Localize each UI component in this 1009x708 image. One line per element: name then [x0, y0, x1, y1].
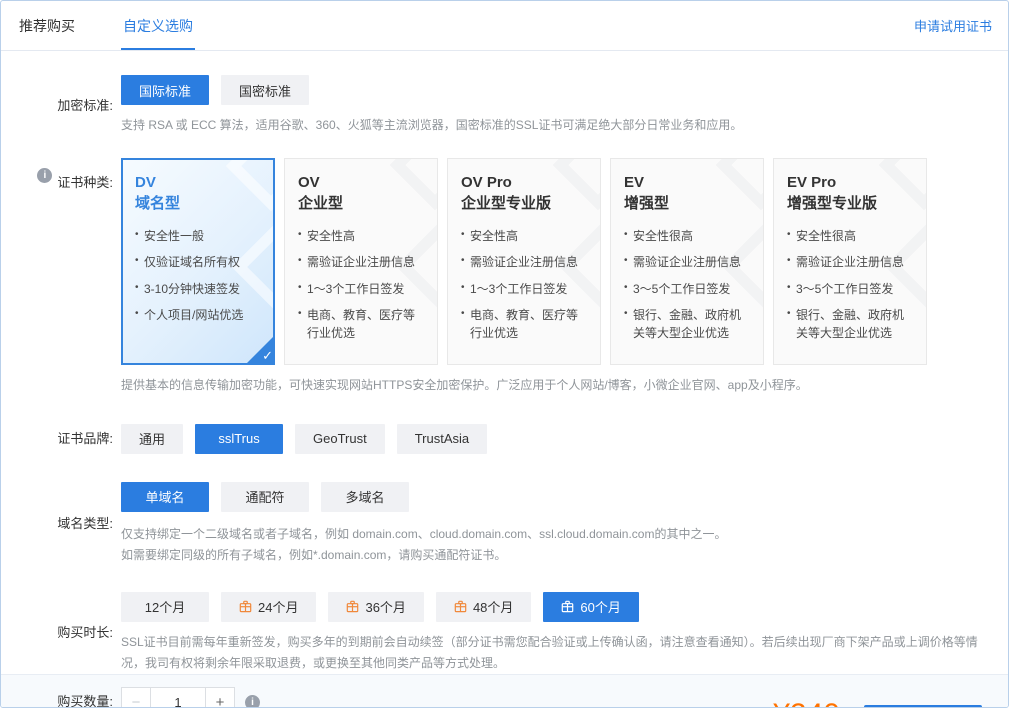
brand-label-text: 证书品牌:: [57, 424, 113, 454]
brand-option-generic[interactable]: 通用: [121, 424, 183, 454]
cert-card-title: EV 增强型: [624, 172, 750, 214]
cert-card-features: 安全性高 需验证企业注册信息 1～3个工作日签发 电商、教育、医疗等行业优选: [298, 228, 424, 342]
info-icon[interactable]: i: [37, 168, 52, 183]
duration-option-60[interactable]: 60个月: [543, 592, 638, 622]
trial-certificate-link[interactable]: 申请试用证书: [914, 16, 992, 35]
brand-row: 证书品牌: 通用 sslTrus GeoTrust TrustAsia: [17, 424, 992, 454]
gift-icon: [561, 600, 574, 613]
total-price: ¥240: [773, 698, 840, 708]
quantity-info-icon[interactable]: i: [245, 695, 260, 708]
cert-card-title: OV Pro 企业型专业版: [461, 172, 587, 214]
tab-custom[interactable]: 自定义选购: [121, 1, 195, 50]
encryption-standard-row: 加密标准: 国际标准 国密标准 支持 RSA 或 ECC 算法，适用谷歌、360…: [17, 75, 992, 136]
domain-option-multi[interactable]: 多域名: [321, 482, 409, 512]
gift-icon: [346, 600, 359, 613]
quantity-stepper: − 1 +: [121, 687, 235, 708]
encryption-standard-label: 加密标准:: [17, 75, 113, 136]
duration-option-12[interactable]: 12个月: [121, 592, 209, 622]
quantity-label: 购买数量:: [17, 687, 113, 708]
cert-card-ev[interactable]: EV 增强型 安全性很高 需验证企业注册信息 3～5个工作日签发 银行、金融、政…: [610, 158, 764, 365]
brand-option-trustasia[interactable]: TrustAsia: [397, 424, 487, 454]
encryption-hint: 支持 RSA 或 ECC 算法，适用谷歌、360、火狐等主流浏览器，国密标准的S…: [121, 115, 992, 136]
domain-option-wildcard[interactable]: 通配符: [221, 482, 309, 512]
cert-card-title: OV 企业型: [298, 172, 424, 214]
encryption-standard-label-text: 加密标准:: [57, 91, 113, 121]
duration-row: 购买时长: 12个月 24个月 36个月: [17, 592, 992, 674]
purchase-form: 加密标准: 国际标准 国密标准 支持 RSA 或 ECC 算法，适用谷歌、360…: [1, 51, 1008, 674]
encryption-option-international[interactable]: 国际标准: [121, 75, 209, 105]
brand-option-ssltrus[interactable]: sslTrus: [195, 424, 283, 454]
cert-card-features: 安全性高 需验证企业注册信息 1～3个工作日签发 电商、教育、医疗等行业优选: [461, 228, 587, 342]
gift-icon: [239, 600, 252, 613]
gift-icon: [454, 600, 467, 613]
domain-option-single[interactable]: 单域名: [121, 482, 209, 512]
cert-card-title: DV 域名型: [135, 172, 261, 214]
quantity-value[interactable]: 1: [150, 687, 206, 708]
price-summary: 费用总计: ¥240 原价：¥945: [710, 698, 840, 708]
cert-card-features: 安全性一般 仅验证域名所有权 3-10分钟快速签发 个人项目/网站优选: [135, 228, 261, 325]
tab-bar: 推荐购买 自定义选购 申请试用证书: [1, 1, 1008, 51]
cert-card-ov-pro[interactable]: OV Pro 企业型专业版 安全性高 需验证企业注册信息 1～3个工作日签发 电…: [447, 158, 601, 365]
duration-hint: SSL证书目前需每年重新签发，购买多年的到期前会自动续签（部分证书需您配合验证或…: [121, 632, 992, 674]
tab-recommended[interactable]: 推荐购买: [17, 1, 77, 50]
duration-option-48[interactable]: 48个月: [436, 592, 531, 622]
cert-card-features: 安全性很高 需验证企业注册信息 3～5个工作日签发 银行、金融、政府机关等大型企…: [787, 228, 913, 342]
duration-option-label: 12个月: [145, 597, 185, 616]
duration-option-label: 36个月: [365, 597, 405, 616]
check-icon: ✓: [262, 348, 273, 364]
domain-hint-line1: 仅支持绑定一个二级域名或者子域名，例如 domain.com、cloud.dom…: [121, 524, 992, 545]
domain-hint-line2: 如需要绑定同级的所有子域名，例如*.domain.com，请购买通配符证书。: [121, 545, 992, 566]
cert-type-label-text: 证书种类:: [57, 168, 113, 198]
cert-type-label: i 证书种类:: [17, 158, 113, 396]
domain-type-row: 域名类型: 单域名 通配符 多域名 仅支持绑定一个二级域名或者子域名，例如 do…: [17, 482, 992, 566]
duration-option-36[interactable]: 36个月: [328, 592, 423, 622]
brand-option-geotrust[interactable]: GeoTrust: [295, 424, 385, 454]
quantity-label-text: 购买数量:: [57, 687, 113, 708]
duration-label: 购买时长:: [17, 592, 113, 674]
cert-type-row: i 证书种类: DV 域名型 安全性一般 仅验证域名所有权: [17, 158, 992, 396]
purchase-footer: 购买数量: − 1 + i 自动续费: 账户余额足够时，证书到期后按年自动续费 …: [1, 674, 1008, 708]
cert-card-ov[interactable]: OV 企业型 安全性高 需验证企业注册信息 1～3个工作日签发 电商、教育、医疗…: [284, 158, 438, 365]
cert-card-ev-pro[interactable]: EV Pro 增强型专业版 安全性很高 需验证企业注册信息 3～5个工作日签发 …: [773, 158, 927, 365]
quantity-decrease-button[interactable]: −: [121, 687, 151, 708]
cert-card-title: EV Pro 增强型专业版: [787, 172, 913, 214]
duration-option-label: 24个月: [258, 597, 298, 616]
quantity-increase-button[interactable]: +: [205, 687, 235, 708]
cert-type-hint: 提供基本的信息传输加密功能，可快速实现网站HTTPS安全加密保护。广泛应用于个人…: [121, 375, 992, 396]
domain-type-label: 域名类型:: [17, 482, 113, 566]
duration-option-label: 60个月: [580, 597, 620, 616]
quantity-row: 购买数量: − 1 + i: [17, 687, 391, 708]
duration-option-label: 48个月: [473, 597, 513, 616]
duration-option-24[interactable]: 24个月: [221, 592, 316, 622]
cert-card-features: 安全性很高 需验证企业注册信息 3～5个工作日签发 银行、金融、政府机关等大型企…: [624, 228, 750, 342]
ssl-purchase-panel: 推荐购买 自定义选购 申请试用证书 加密标准: 国际标准 国密标准 支持 RSA…: [0, 0, 1009, 708]
total-label: 费用总计:: [710, 698, 766, 708]
cert-card-dv[interactable]: DV 域名型 安全性一般 仅验证域名所有权 3-10分钟快速签发 个人项目/网站…: [121, 158, 275, 365]
domain-hint: 仅支持绑定一个二级域名或者子域名，例如 domain.com、cloud.dom…: [121, 524, 992, 566]
encryption-option-national[interactable]: 国密标准: [221, 75, 309, 105]
duration-label-text: 购买时长:: [57, 618, 113, 648]
domain-type-label-text: 域名类型:: [57, 509, 113, 539]
brand-label: 证书品牌:: [17, 424, 113, 454]
